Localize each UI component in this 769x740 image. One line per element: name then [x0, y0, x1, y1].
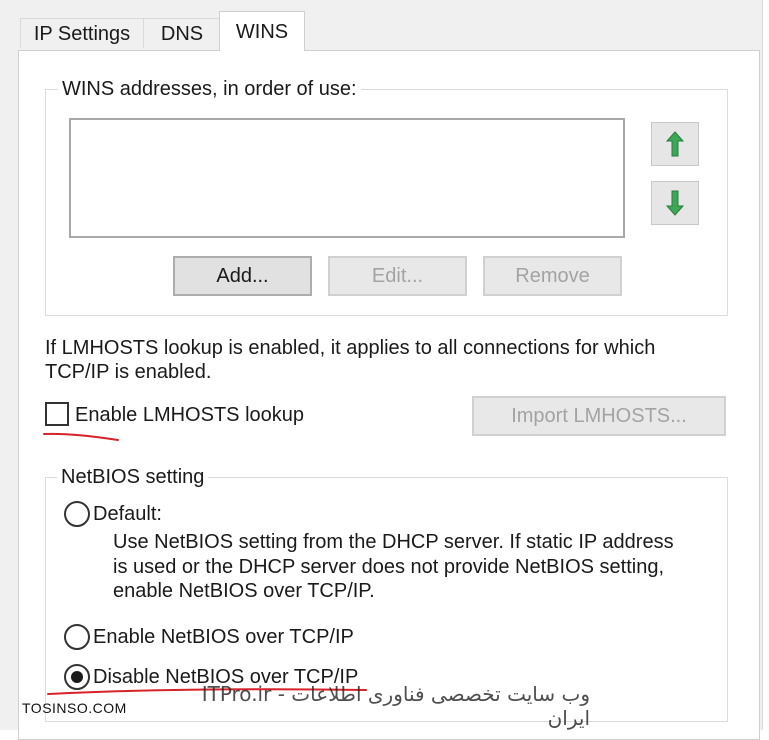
lmhosts-checkbox-label[interactable]: Enable LMHOSTS lookup [75, 403, 304, 427]
netbios-setting-legend: NetBIOS setting [57, 465, 209, 489]
tab-wins[interactable]: WINS [219, 11, 305, 51]
lmhosts-checkbox[interactable] [45, 402, 69, 426]
edit-button[interactable]: Edit... [328, 256, 467, 296]
netbios-default-description-line1: Use NetBIOS setting from the DHCP server… [113, 531, 674, 553]
annotation-underline-lmhosts [43, 432, 119, 441]
radio-selected-dot [71, 671, 83, 683]
window-edge [762, 0, 769, 730]
netbios-default-description-line2: is used or the DHCP server does not prov… [113, 556, 665, 578]
tab-dns[interactable]: DNS [143, 18, 221, 48]
add-button[interactable]: Add... [173, 256, 312, 296]
lmhosts-info-line1: If LMHOSTS lookup is enabled, it applies… [45, 337, 656, 359]
wins-addresses-legend: WINS addresses, in order of use: [58, 77, 361, 101]
lmhosts-info-line2: TCP/IP is enabled. [45, 361, 212, 383]
netbios-enable-radio[interactable] [64, 624, 90, 650]
watermark-itpro: ITPro.ir - وب سایت تخصصی فناوری اطلاعات … [201, 682, 590, 730]
move-down-button[interactable] [651, 181, 699, 225]
move-up-button[interactable] [651, 122, 699, 166]
netbios-default-radio[interactable] [64, 501, 90, 527]
netbios-default-description-line3: enable NetBIOS over TCP/IP. [113, 580, 375, 602]
remove-button[interactable]: Remove [483, 256, 622, 296]
wins-address-list[interactable] [69, 118, 625, 238]
tab-ip-settings[interactable]: IP Settings [20, 18, 144, 48]
netbios-default-label[interactable]: Default: [93, 502, 162, 526]
netbios-enable-label[interactable]: Enable NetBIOS over TCP/IP [93, 625, 354, 649]
arrow-up-icon [665, 131, 685, 157]
arrow-down-icon [665, 190, 685, 216]
import-lmhosts-button[interactable]: Import LMHOSTS... [472, 396, 726, 436]
watermark-tosinso: TOSINSO.COM [22, 700, 127, 716]
